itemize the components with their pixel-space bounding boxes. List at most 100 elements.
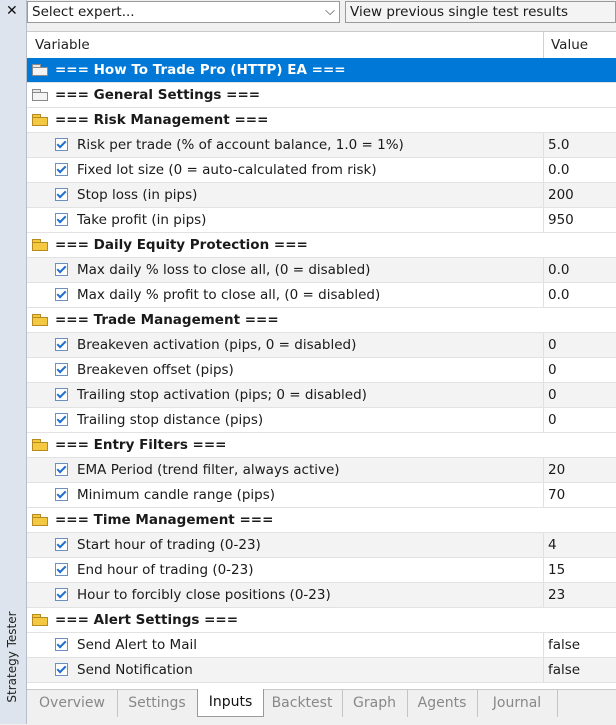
optimize-checkbox[interactable] (55, 338, 68, 351)
parameter-row[interactable]: Send Notification false (27, 658, 616, 683)
optimize-checkbox[interactable] (55, 288, 68, 301)
parameter-row[interactable]: Breakeven offset (pips) 0 (27, 358, 616, 383)
parameter-name: Fixed lot size (0 = auto-calculated from… (77, 162, 377, 178)
parameter-value[interactable]: false (548, 658, 580, 682)
parameter-name: Stop loss (in pips) (77, 187, 198, 203)
parameter-value[interactable]: 0 (548, 383, 557, 407)
tab-backtest[interactable]: Backtest (262, 690, 343, 717)
cell-divider (543, 133, 544, 157)
tab-journal[interactable]: Journal (477, 690, 558, 717)
parameter-row[interactable]: Start hour of trading (0-23) 4 (27, 533, 616, 558)
optimize-checkbox[interactable] (55, 638, 68, 651)
parameter-name: Trailing stop distance (pips) (77, 412, 264, 428)
parameter-name: End hour of trading (0-23) (77, 562, 254, 578)
optimize-checkbox[interactable] (55, 188, 68, 201)
parameter-value[interactable]: 70 (548, 483, 565, 507)
cell-divider (543, 183, 544, 207)
folder-icon[interactable] (32, 314, 48, 326)
cell-divider (543, 383, 544, 407)
category-row[interactable]: === Time Management === (27, 508, 616, 533)
tab-inputs[interactable]: Inputs (197, 689, 264, 717)
folder-grey-icon[interactable] (32, 89, 48, 101)
column-header-variable[interactable]: Variable (35, 32, 90, 58)
parameter-value[interactable]: 200 (548, 183, 574, 207)
cell-divider (543, 358, 544, 382)
optimize-checkbox[interactable] (55, 363, 68, 376)
optimize-checkbox[interactable] (55, 263, 68, 276)
column-header-value[interactable]: Value (551, 32, 588, 58)
parameter-value[interactable]: 15 (548, 558, 565, 582)
parameter-row[interactable]: Max daily % profit to close all, (0 = di… (27, 283, 616, 308)
column-divider[interactable] (543, 32, 544, 58)
category-row[interactable]: === Entry Filters === (27, 433, 616, 458)
parameter-value[interactable]: 0.0 (548, 258, 569, 282)
optimize-checkbox[interactable] (55, 488, 68, 501)
optimize-checkbox[interactable] (55, 588, 68, 601)
folder-icon[interactable] (32, 114, 48, 126)
cell-divider (543, 583, 544, 607)
optimize-checkbox[interactable] (55, 563, 68, 576)
optimize-checkbox[interactable] (55, 463, 68, 476)
category-label: === Risk Management === (55, 112, 269, 128)
category-row[interactable]: === Risk Management === (27, 108, 616, 133)
parameter-value[interactable]: 5.0 (548, 133, 569, 157)
parameter-name: Hour to forcibly close positions (0-23) (77, 587, 331, 603)
tab-overview[interactable]: Overview (27, 690, 118, 717)
parameter-row[interactable]: Hour to forcibly close positions (0-23) 2… (27, 583, 616, 608)
parameter-value[interactable]: 0.0 (548, 158, 569, 182)
parameter-row[interactable]: End hour of trading (0-23) 15 (27, 558, 616, 583)
optimize-checkbox[interactable] (55, 388, 68, 401)
parameter-row[interactable]: EMA Period (trend filter, always active)… (27, 458, 616, 483)
folder-grey-icon[interactable] (32, 64, 48, 76)
optimize-checkbox[interactable] (55, 538, 68, 551)
folder-icon[interactable] (32, 514, 48, 526)
category-label: === Alert Settings === (55, 612, 239, 628)
optimize-checkbox[interactable] (55, 663, 68, 676)
cell-divider (543, 458, 544, 482)
parameter-row[interactable]: Trailing stop distance (pips) 0 (27, 408, 616, 433)
folder-icon[interactable] (32, 614, 48, 626)
optimize-checkbox[interactable] (55, 413, 68, 426)
close-icon[interactable]: ✕ (6, 4, 18, 18)
parameter-value[interactable]: 23 (548, 583, 565, 607)
parameter-row[interactable]: Take profit (in pips) 950 (27, 208, 616, 233)
parameter-row[interactable]: Risk per trade (% of account balance, 1.… (27, 133, 616, 158)
category-row[interactable]: === How To Trade Pro (HTTP) EA === (27, 58, 616, 83)
parameter-value[interactable]: false (548, 633, 580, 657)
optimize-checkbox[interactable] (55, 138, 68, 151)
tab-settings[interactable]: Settings (117, 690, 198, 717)
cell-divider (543, 633, 544, 657)
parameter-value[interactable]: 0 (548, 333, 557, 357)
category-row[interactable]: === Daily Equity Protection === (27, 233, 616, 258)
parameter-value[interactable]: 20 (548, 458, 565, 482)
chevron-down-icon: ⌵ (325, 4, 335, 19)
parameter-name: Minimum candle range (pips) (77, 487, 276, 503)
optimize-checkbox[interactable] (55, 163, 68, 176)
parameter-value[interactable]: 0 (548, 408, 557, 432)
view-previous-results-button[interactable]: View previous single test results (345, 1, 616, 23)
parameter-row[interactable]: Send Alert to Mail false (27, 633, 616, 658)
category-row[interactable]: === Alert Settings === (27, 608, 616, 633)
folder-icon[interactable] (32, 239, 48, 251)
expert-select[interactable]: Select expert... ⌵ (27, 1, 340, 23)
parameter-name: Trailing stop activation (pips; 0 = disa… (77, 387, 367, 403)
parameter-row[interactable]: Minimum candle range (pips) 70 (27, 483, 616, 508)
parameter-row[interactable]: Fixed lot size (0 = auto-calculated from… (27, 158, 616, 183)
parameter-name: Take profit (in pips) (77, 212, 207, 228)
parameter-row[interactable]: Breakeven activation (pips, 0 = disabled… (27, 333, 616, 358)
tab-graph[interactable]: Graph (342, 690, 408, 717)
tab-agents[interactable]: Agents (407, 690, 478, 717)
category-row[interactable]: === Trade Management === (27, 308, 616, 333)
parameter-value[interactable]: 950 (548, 208, 574, 232)
cell-divider (543, 408, 544, 432)
parameter-row[interactable]: Max daily % loss to close all, (0 = disa… (27, 258, 616, 283)
optimize-checkbox[interactable] (55, 213, 68, 226)
parameter-row[interactable]: Stop loss (in pips) 200 (27, 183, 616, 208)
parameter-row[interactable]: Trailing stop activation (pips; 0 = disa… (27, 383, 616, 408)
category-row[interactable]: === General Settings === (27, 83, 616, 108)
panel-title: Strategy Tester (5, 611, 19, 703)
folder-icon[interactable] (32, 439, 48, 451)
parameter-value[interactable]: 0 (548, 358, 557, 382)
parameter-value[interactable]: 0.0 (548, 283, 569, 307)
parameter-value[interactable]: 4 (548, 533, 557, 557)
